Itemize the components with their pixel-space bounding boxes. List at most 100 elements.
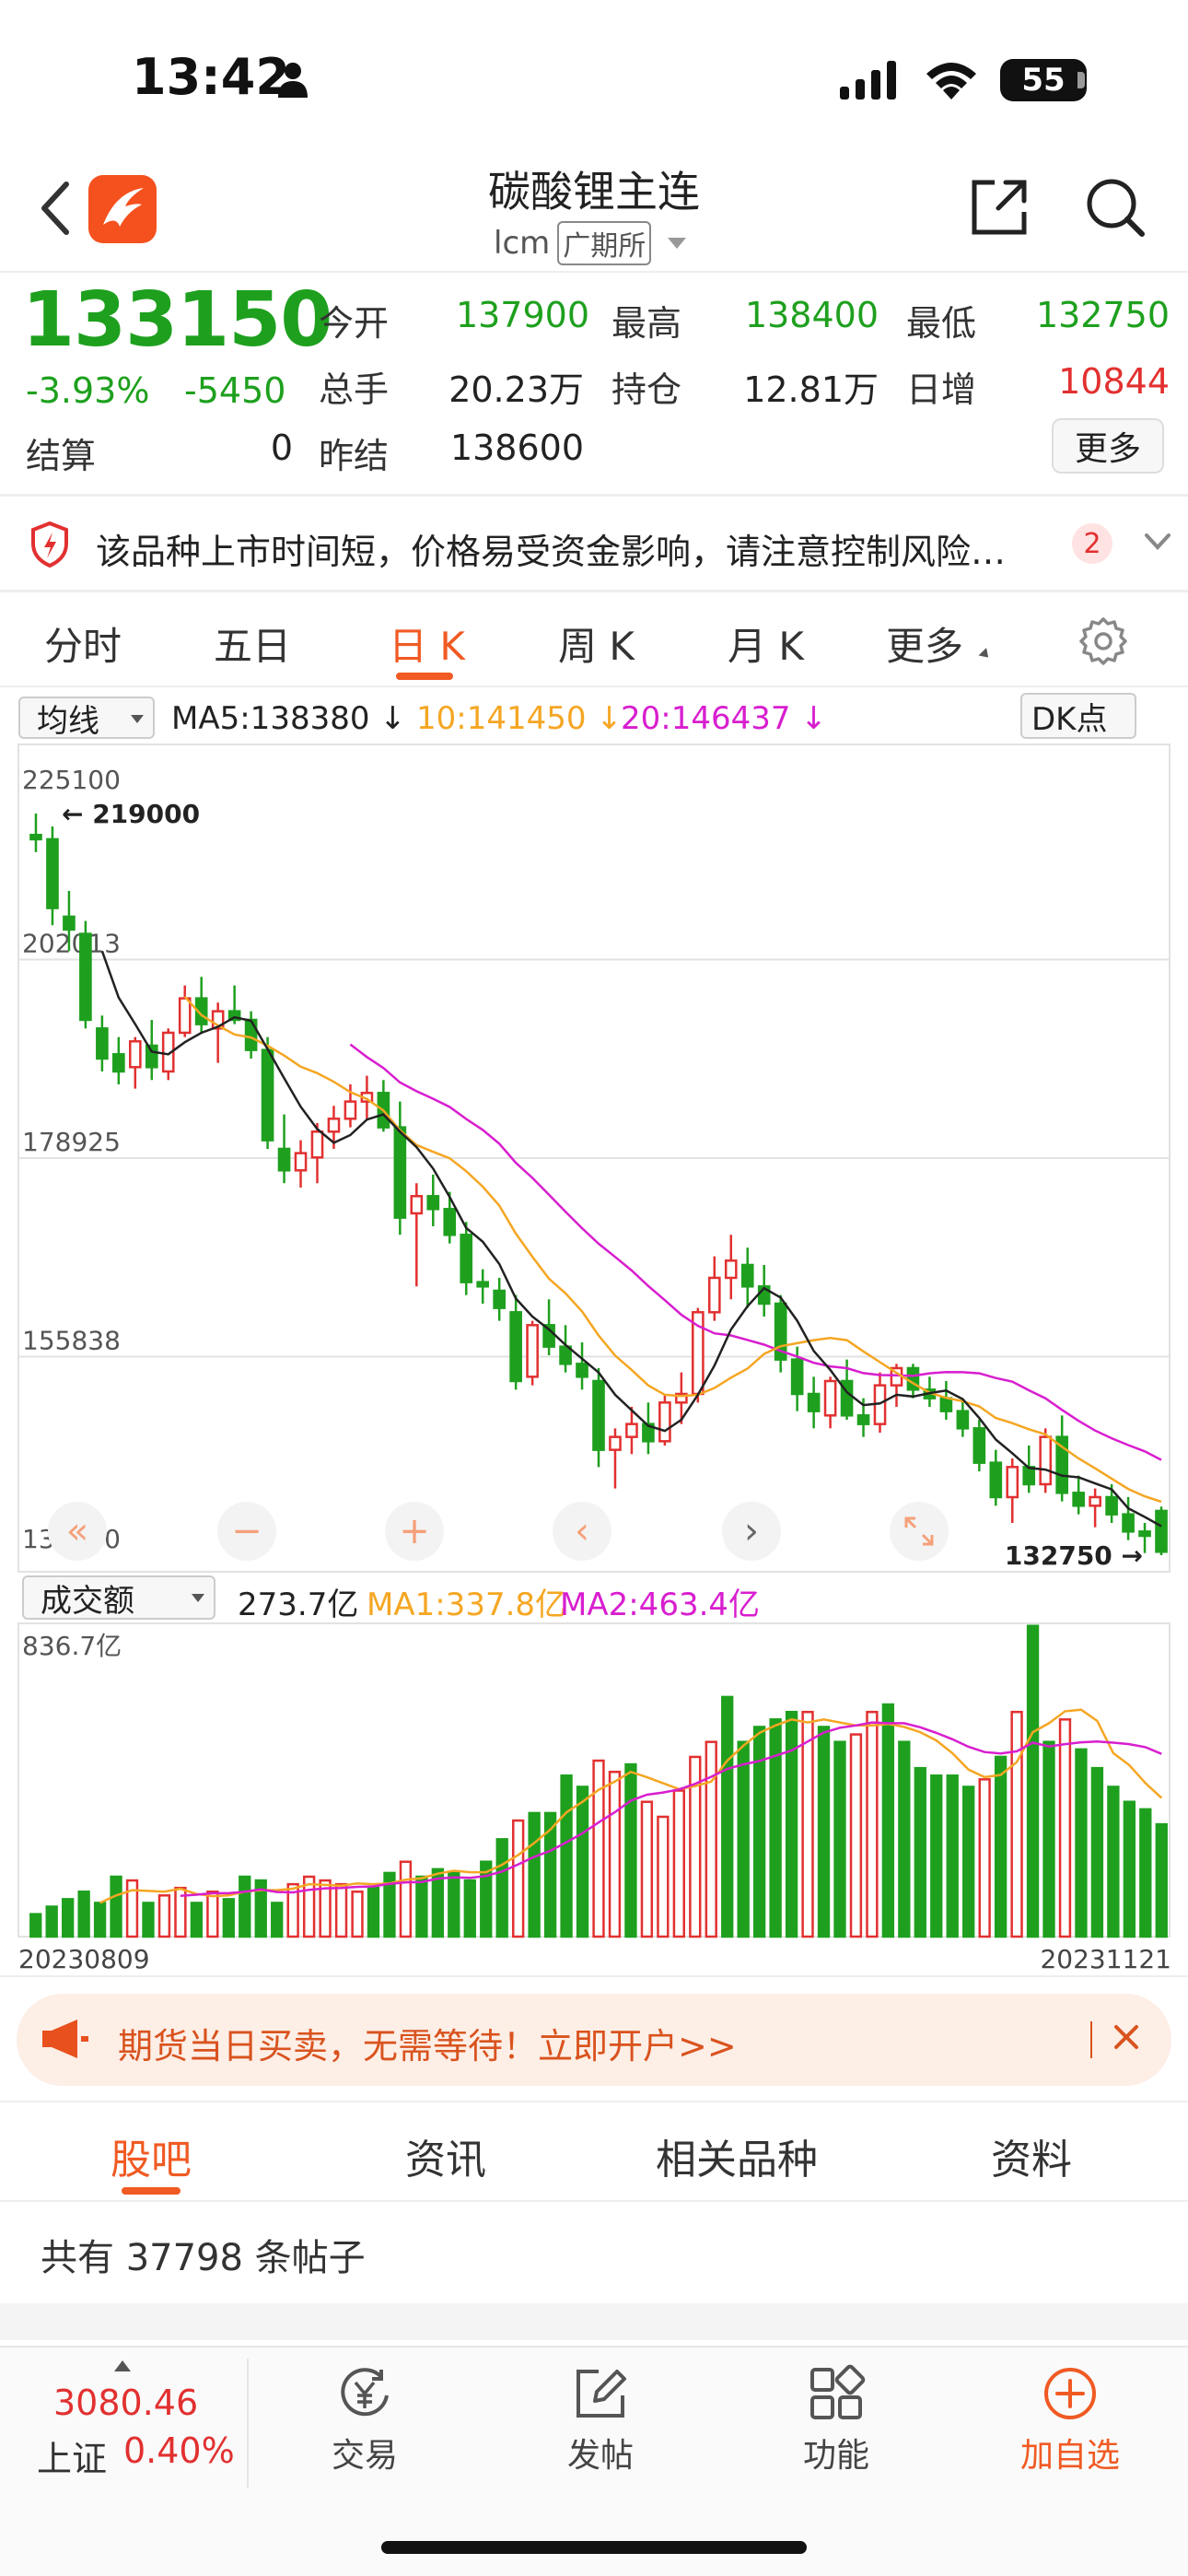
scroll-right-icon[interactable]: › [722,1502,781,1561]
volume-bar [415,1875,428,1938]
more-fields-button[interactable]: 更多 [1052,418,1164,474]
high-annotation: ← 219000 [62,799,200,829]
candle [956,1410,970,1430]
candlestick-chart[interactable]: 225100202013178925155838132750← 21900013… [0,737,1188,1575]
volume-bar [866,1710,879,1938]
contract-code: lcm [494,225,551,262]
battery-icon: 55 [1000,59,1087,101]
compose-icon[interactable] [571,2364,630,2423]
volume-bar [608,1770,622,1938]
dk-point-toggle[interactable]: DK点 [1020,693,1136,739]
risk-notice[interactable]: 该品种上市时间短，价格易受资金影响，请注意控制风险… [96,523,1035,574]
candle [1138,1530,1151,1538]
tab-daily-k[interactable]: 日 K [389,615,465,672]
candle [178,997,192,1035]
candle [112,1053,125,1073]
volume-bar [994,1755,1007,1938]
candle [509,1311,522,1383]
candle [658,1401,671,1443]
contract-selector[interactable]: lcm 广期所 [494,221,687,265]
gear-icon[interactable] [1077,615,1129,667]
scroll-left-icon[interactable]: ‹ [553,1502,611,1561]
tab-info[interactable]: 资料 [991,2126,1072,2185]
label-high: 最高 [611,303,682,344]
volume-bar [157,1894,171,1938]
section-gap [0,2303,1188,2340]
index-expand-icon[interactable] [114,2360,131,2371]
volume-bar [367,1886,380,1938]
y-tick-label: 155838 [22,1326,121,1356]
tab-monthly-k[interactable]: 月 K [728,615,804,672]
fullscreen-icon[interactable] [890,1502,949,1561]
share-icon[interactable] [967,175,1031,240]
nav-functions-label[interactable]: 功能 [763,2429,910,2476]
tab-related[interactable]: 相关品种 [656,2126,818,2185]
tab-forum[interactable]: 股吧 [111,2126,192,2185]
shield-warning-icon [31,521,68,568]
divider [0,2101,1188,2102]
scroll-left-fast-icon[interactable]: « [48,1502,107,1561]
tab-five-day[interactable]: 五日 [214,615,291,672]
nav-trade-label[interactable]: 交易 [291,2429,438,2476]
nav-add-watchlist-label[interactable]: 加自选 [996,2429,1144,2476]
caret-down-icon [131,715,144,723]
label-daily-increase: 日增 [906,369,977,410]
volume-bar [222,1898,235,1938]
candle [609,1435,622,1451]
volume-indicator-selector[interactable]: 成交额 [22,1575,215,1620]
label-prev-settle: 昨结 [319,436,390,476]
candle [1105,1495,1118,1516]
ma10-text: 10:141450 [416,700,587,737]
turnover-bar-chart[interactable]: 836.7亿 20230809 20231121 [0,1614,1188,1973]
ma-selector[interactable]: 均线 [18,697,155,740]
volume-bar [77,1890,90,1938]
tab-more[interactable]: 更多 [886,615,963,672]
candle [476,1281,490,1288]
candle [393,1126,407,1219]
zoom-out-icon[interactable]: − [217,1502,276,1561]
ma5-text: MA5:138380 [171,700,370,737]
chevron-down-icon[interactable] [1144,531,1171,553]
candle [96,1027,109,1060]
candle [310,1130,324,1159]
volume-bar [817,1726,831,1938]
value-open: 137900 [455,295,589,335]
volume-bar [528,1811,541,1938]
ma5-value: MA5:138380 ↓ [171,700,406,737]
divider [0,494,1188,497]
add-circle-icon[interactable] [1041,2364,1100,2423]
tab-news[interactable]: 资讯 [405,2126,486,2185]
candle [625,1423,638,1438]
ma20-text: 20:146437 [621,700,791,737]
tab-intraday[interactable]: 分时 [44,615,122,672]
active-tab-underline [396,673,453,680]
candle [29,834,42,841]
nav-divider [247,2359,249,2488]
y-tick-label: 225100 [22,765,121,795]
candle [63,915,76,931]
volume-bar [752,1726,766,1938]
y-tick-label: 202013 [22,929,121,959]
index-value[interactable]: 3080.46 [53,2383,198,2423]
trade-yen-icon[interactable] [335,2364,394,2423]
grid-apps-icon[interactable] [807,2364,866,2423]
promo-text[interactable]: 期货当日买卖，无需等待！立即开户>> [118,2018,737,2068]
candle [493,1289,506,1309]
nav-post-label[interactable]: 发帖 [527,2429,674,2476]
volume-bar [930,1774,943,1938]
search-icon[interactable] [1083,175,1147,240]
zoom-in-icon[interactable]: + [385,1502,444,1561]
volume-bar [190,1902,204,1938]
ma-selector-label: 均线 [37,702,99,740]
volume-bar [576,1786,589,1938]
candle [576,1363,588,1378]
close-icon[interactable] [1111,2021,1142,2053]
volume-bar [239,1875,251,1938]
divider [0,685,1188,687]
volume-bar [206,1890,219,1938]
volume-bar [1042,1740,1055,1938]
volume-max-label: 836.7亿 [22,1631,122,1661]
signal-icon [840,61,896,100]
tab-weekly-k[interactable]: 周 K [558,615,635,672]
y-tick-label: 178925 [22,1127,121,1157]
